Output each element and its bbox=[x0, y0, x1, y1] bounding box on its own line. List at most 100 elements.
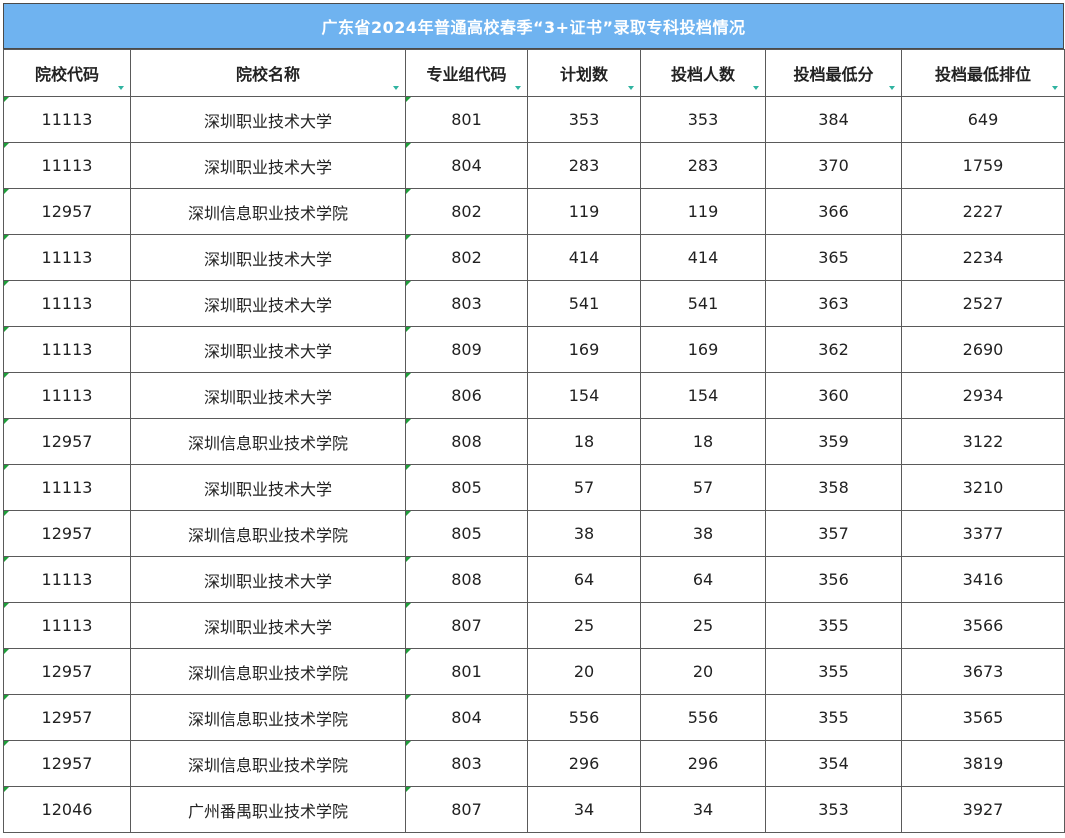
min-score-cell[interactable]: 358 bbox=[765, 464, 902, 511]
column-header-min-rank[interactable]: 投档最低排位 bbox=[901, 49, 1065, 97]
min-score-cell[interactable]: 363 bbox=[765, 280, 902, 327]
filter-dropdown-icon[interactable] bbox=[515, 86, 521, 90]
school-name-cell[interactable]: 深圳职业技术大学 bbox=[130, 280, 406, 327]
min-rank-cell[interactable]: 3819 bbox=[901, 740, 1065, 787]
school-name-cell[interactable]: 深圳职业技术大学 bbox=[130, 326, 406, 373]
school-code-cell[interactable]: 12957 bbox=[3, 418, 131, 465]
column-header-school-code[interactable]: 院校代码 bbox=[3, 49, 131, 97]
plan-count-cell[interactable]: 119 bbox=[527, 188, 641, 235]
filed-count-cell[interactable]: 18 bbox=[640, 418, 766, 465]
plan-count-cell[interactable]: 296 bbox=[527, 740, 641, 787]
filed-count-cell[interactable]: 541 bbox=[640, 280, 766, 327]
min-score-cell[interactable]: 354 bbox=[765, 740, 902, 787]
plan-count-cell[interactable]: 64 bbox=[527, 556, 641, 603]
filter-dropdown-icon[interactable] bbox=[753, 86, 759, 90]
group-code-cell[interactable]: 809 bbox=[405, 326, 528, 373]
column-header-filed-count[interactable]: 投档人数 bbox=[640, 49, 766, 97]
min-score-cell[interactable]: 355 bbox=[765, 602, 902, 649]
min-score-cell[interactable]: 357 bbox=[765, 510, 902, 557]
plan-count-cell[interactable]: 154 bbox=[527, 372, 641, 419]
min-rank-cell[interactable]: 2934 bbox=[901, 372, 1065, 419]
column-header-min-score[interactable]: 投档最低分 bbox=[765, 49, 902, 97]
filter-dropdown-icon[interactable] bbox=[628, 86, 634, 90]
school-code-cell[interactable]: 12957 bbox=[3, 648, 131, 695]
filed-count-cell[interactable]: 57 bbox=[640, 464, 766, 511]
group-code-cell[interactable]: 808 bbox=[405, 556, 528, 603]
column-header-plan-count[interactable]: 计划数 bbox=[527, 49, 641, 97]
filed-count-cell[interactable]: 283 bbox=[640, 142, 766, 189]
plan-count-cell[interactable]: 57 bbox=[527, 464, 641, 511]
min-rank-cell[interactable]: 3122 bbox=[901, 418, 1065, 465]
school-code-cell[interactable]: 11113 bbox=[3, 234, 131, 281]
plan-count-cell[interactable]: 20 bbox=[527, 648, 641, 695]
min-rank-cell[interactable]: 3566 bbox=[901, 602, 1065, 649]
school-name-cell[interactable]: 深圳信息职业技术学院 bbox=[130, 188, 406, 235]
school-code-cell[interactable]: 11113 bbox=[3, 556, 131, 603]
plan-count-cell[interactable]: 38 bbox=[527, 510, 641, 557]
school-code-cell[interactable]: 12046 bbox=[3, 786, 131, 833]
filed-count-cell[interactable]: 25 bbox=[640, 602, 766, 649]
plan-count-cell[interactable]: 353 bbox=[527, 96, 641, 143]
group-code-cell[interactable]: 807 bbox=[405, 786, 528, 833]
group-code-cell[interactable]: 802 bbox=[405, 234, 528, 281]
school-name-cell[interactable]: 深圳信息职业技术学院 bbox=[130, 510, 406, 557]
school-code-cell[interactable]: 11113 bbox=[3, 142, 131, 189]
group-code-cell[interactable]: 804 bbox=[405, 694, 528, 741]
filter-dropdown-icon[interactable] bbox=[889, 86, 895, 90]
filed-count-cell[interactable]: 154 bbox=[640, 372, 766, 419]
group-code-cell[interactable]: 803 bbox=[405, 280, 528, 327]
group-code-cell[interactable]: 802 bbox=[405, 188, 528, 235]
group-code-cell[interactable]: 803 bbox=[405, 740, 528, 787]
min-score-cell[interactable]: 370 bbox=[765, 142, 902, 189]
group-code-cell[interactable]: 801 bbox=[405, 648, 528, 695]
school-code-cell[interactable]: 11113 bbox=[3, 96, 131, 143]
group-code-cell[interactable]: 805 bbox=[405, 510, 528, 557]
school-name-cell[interactable]: 深圳职业技术大学 bbox=[130, 96, 406, 143]
min-rank-cell[interactable]: 2234 bbox=[901, 234, 1065, 281]
min-rank-cell[interactable]: 3927 bbox=[901, 786, 1065, 833]
group-code-cell[interactable]: 801 bbox=[405, 96, 528, 143]
plan-count-cell[interactable]: 283 bbox=[527, 142, 641, 189]
school-code-cell[interactable]: 12957 bbox=[3, 510, 131, 557]
filed-count-cell[interactable]: 119 bbox=[640, 188, 766, 235]
school-name-cell[interactable]: 深圳职业技术大学 bbox=[130, 234, 406, 281]
filed-count-cell[interactable]: 414 bbox=[640, 234, 766, 281]
school-code-cell[interactable]: 11113 bbox=[3, 280, 131, 327]
filter-dropdown-icon[interactable] bbox=[118, 86, 124, 90]
min-score-cell[interactable]: 362 bbox=[765, 326, 902, 373]
min-rank-cell[interactable]: 3377 bbox=[901, 510, 1065, 557]
school-code-cell[interactable]: 11113 bbox=[3, 464, 131, 511]
min-score-cell[interactable]: 384 bbox=[765, 96, 902, 143]
school-name-cell[interactable]: 深圳信息职业技术学院 bbox=[130, 740, 406, 787]
min-rank-cell[interactable]: 3565 bbox=[901, 694, 1065, 741]
filed-count-cell[interactable]: 38 bbox=[640, 510, 766, 557]
min-rank-cell[interactable]: 2690 bbox=[901, 326, 1065, 373]
min-score-cell[interactable]: 365 bbox=[765, 234, 902, 281]
column-header-group-code[interactable]: 专业组代码 bbox=[405, 49, 528, 97]
min-score-cell[interactable]: 355 bbox=[765, 648, 902, 695]
school-name-cell[interactable]: 深圳信息职业技术学院 bbox=[130, 418, 406, 465]
school-code-cell[interactable]: 12957 bbox=[3, 188, 131, 235]
plan-count-cell[interactable]: 25 bbox=[527, 602, 641, 649]
filed-count-cell[interactable]: 64 bbox=[640, 556, 766, 603]
min-score-cell[interactable]: 353 bbox=[765, 786, 902, 833]
school-code-cell[interactable]: 11113 bbox=[3, 326, 131, 373]
school-code-cell[interactable]: 11113 bbox=[3, 372, 131, 419]
school-name-cell[interactable]: 广州番禺职业技术学院 bbox=[130, 786, 406, 833]
plan-count-cell[interactable]: 556 bbox=[527, 694, 641, 741]
min-rank-cell[interactable]: 3416 bbox=[901, 556, 1065, 603]
min-score-cell[interactable]: 360 bbox=[765, 372, 902, 419]
plan-count-cell[interactable]: 169 bbox=[527, 326, 641, 373]
plan-count-cell[interactable]: 414 bbox=[527, 234, 641, 281]
school-name-cell[interactable]: 深圳职业技术大学 bbox=[130, 464, 406, 511]
filed-count-cell[interactable]: 296 bbox=[640, 740, 766, 787]
filter-dropdown-icon[interactable] bbox=[1052, 86, 1058, 90]
group-code-cell[interactable]: 805 bbox=[405, 464, 528, 511]
plan-count-cell[interactable]: 34 bbox=[527, 786, 641, 833]
min-rank-cell[interactable]: 3210 bbox=[901, 464, 1065, 511]
school-name-cell[interactable]: 深圳职业技术大学 bbox=[130, 142, 406, 189]
group-code-cell[interactable]: 807 bbox=[405, 602, 528, 649]
min-score-cell[interactable]: 356 bbox=[765, 556, 902, 603]
filed-count-cell[interactable]: 556 bbox=[640, 694, 766, 741]
filed-count-cell[interactable]: 34 bbox=[640, 786, 766, 833]
